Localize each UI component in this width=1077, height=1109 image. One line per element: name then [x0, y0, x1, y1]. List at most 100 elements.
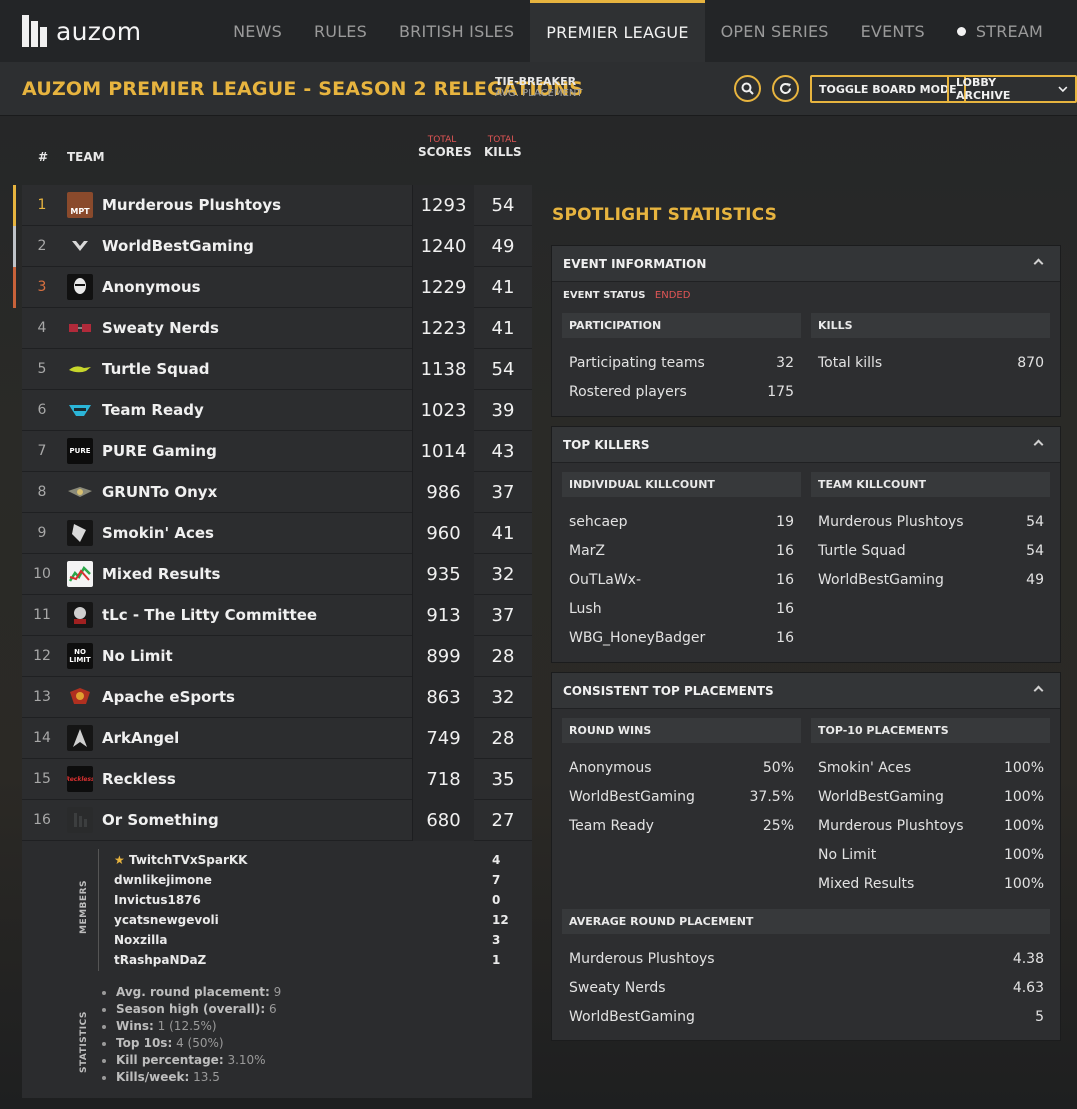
nav-item-events[interactable]: EVENTS [845, 0, 941, 62]
row-rank: 8 [37, 484, 47, 500]
refresh-button[interactable] [772, 75, 799, 102]
nav-item-stream[interactable]: STREAM [941, 0, 1059, 62]
card-header[interactable]: EVENT INFORMATION [552, 246, 1060, 282]
team-name[interactable]: Turtle Squad [102, 349, 209, 390]
team-name[interactable]: Reckless [102, 759, 176, 800]
table-row[interactable]: 12 NO LIMIT No Limit 899 28 [22, 636, 532, 677]
table-row[interactable]: 13 Apache eSports 863 32 [22, 677, 532, 718]
refresh-icon [780, 83, 792, 95]
nav-item-news[interactable]: NEWS [217, 0, 298, 62]
team-name[interactable]: Murderous Plushtoys [102, 185, 281, 226]
stat-label: Wins: [116, 1019, 154, 1033]
team-name[interactable]: Team Ready [102, 390, 204, 431]
team-name[interactable]: No Limit [102, 636, 173, 677]
member-name[interactable]: Noxzilla [114, 933, 167, 947]
nav-item-british-isles[interactable]: BRITISH ISLES [383, 0, 530, 62]
team-name[interactable]: WorldBestGaming [569, 789, 695, 805]
table-row[interactable]: 10 Mixed Results 935 32 [22, 554, 532, 595]
event-status: EVENT STATUS ENDED [563, 290, 690, 301]
search-button[interactable] [734, 75, 761, 102]
member-name[interactable]: tRashpaNDaZ [114, 953, 206, 967]
player-name[interactable]: OuTLaWx- [569, 572, 641, 588]
team-name[interactable]: WorldBestGaming [818, 572, 944, 588]
brand-logo[interactable]: auzom [22, 15, 141, 47]
team-name[interactable]: No Limit [818, 847, 876, 863]
col-kills-header[interactable]: TOTAL KILLS [484, 135, 522, 159]
team-name[interactable]: Sweaty Nerds [569, 980, 666, 996]
player-name[interactable]: MarZ [569, 543, 605, 559]
team-name[interactable]: Apache eSports [102, 677, 235, 718]
player-kills: 16 [776, 543, 794, 559]
nav-item-premier-league[interactable]: PREMIER LEAGUE [530, 0, 705, 62]
team-name[interactable]: Murderous Plushtoys [818, 514, 964, 530]
member-name[interactable]: dwnlikejimone [114, 873, 212, 887]
player-name[interactable]: WBG_HoneyBadger [569, 630, 705, 646]
row-rank: 15 [33, 771, 51, 787]
member-name[interactable]: ycatsnewgevoli [114, 913, 219, 927]
col-scores-header[interactable]: TOTAL SCORES [418, 135, 472, 159]
team-name[interactable]: PURE Gaming [102, 431, 217, 472]
member-name[interactable]: ★ TwitchTVxSparKK [114, 853, 247, 867]
team-name[interactable]: Smokin' Aces [102, 513, 214, 554]
team-logo-icon [67, 274, 93, 300]
table-row[interactable]: 11 tLc - The Litty Committee 913 37 [22, 595, 532, 636]
lobby-archive-dropdown[interactable]: LOBBY ARCHIVE [947, 75, 1077, 103]
table-row[interactable]: 1 MPT Murderous Plushtoys 1293 54 [13, 185, 532, 226]
table-row[interactable]: 2 WorldBestGaming 1240 49 [13, 226, 532, 267]
team-kills: 27 [491, 810, 515, 831]
team-name[interactable]: WorldBestGaming [569, 1009, 695, 1025]
nav-item-open-series[interactable]: OPEN SERIES [705, 0, 845, 62]
table-row[interactable]: 7 PURE PURE Gaming 1014 43 [22, 431, 532, 472]
table-row[interactable]: 9 Smokin' Aces 960 41 [22, 513, 532, 554]
team-name[interactable]: Turtle Squad [818, 543, 906, 559]
team-name[interactable]: GRUNTo Onyx [102, 472, 217, 513]
table-row[interactable]: 5 Turtle Squad 1138 54 [22, 349, 532, 390]
stat-label: Avg. round placement: [116, 985, 270, 999]
chevron-up-icon[interactable] [1033, 439, 1044, 450]
table-row[interactable]: 3 Anonymous 1229 41 [13, 267, 532, 308]
player-name[interactable]: Lush [569, 601, 602, 617]
card-header[interactable]: CONSISTENT TOP PLACEMENTS [552, 673, 1060, 709]
chevron-up-icon[interactable] [1033, 685, 1044, 696]
team-name[interactable]: WorldBestGaming [818, 789, 944, 805]
team-name[interactable]: Murderous Plushtoys [569, 951, 715, 967]
stat-value: 1 (12.5%) [157, 1019, 217, 1033]
team-score: 749 [412, 718, 474, 759]
table-row[interactable]: 6 Team Ready 1023 39 [22, 390, 532, 431]
top-navigation: auzom NEWS RULES BRITISH ISLES PREMIER L… [0, 0, 1077, 62]
team-name[interactable]: Anonymous [102, 267, 201, 308]
team-score: 1014 [412, 431, 474, 472]
nav-item-rules[interactable]: RULES [298, 0, 383, 62]
team-name[interactable]: Smokin' Aces [818, 760, 911, 776]
toggle-board-mode-button[interactable]: TOGGLE BOARD MODE [810, 75, 966, 103]
table-row[interactable]: 15 Reckless Reckless 718 35 [22, 759, 532, 800]
event-information-card: EVENT INFORMATION EVENT STATUS ENDED PAR… [551, 245, 1061, 417]
team-logo-icon [67, 602, 93, 628]
team-name[interactable]: Sweaty Nerds [102, 308, 219, 349]
team-name[interactable]: Or Something [102, 800, 219, 841]
team-name[interactable]: Anonymous [569, 760, 652, 776]
team-score: 1240 [412, 226, 474, 267]
member-kills: 7 [492, 873, 501, 887]
player-name[interactable]: sehcaep [569, 514, 628, 530]
round-win-pct: 25% [762, 818, 794, 834]
stat-value: 3.10% [227, 1053, 266, 1067]
team-name[interactable]: Team Ready [569, 818, 654, 834]
team-name[interactable]: WorldBestGaming [102, 226, 254, 267]
col-rank-header: # [38, 150, 49, 164]
team-name[interactable]: ArkAngel [102, 718, 179, 759]
chevron-up-icon[interactable] [1033, 258, 1044, 269]
event-status-value: ENDED [654, 290, 691, 301]
team-name[interactable]: Murderous Plushtoys [818, 818, 964, 834]
team-name[interactable]: tLc - The Litty Committee [102, 595, 317, 636]
team-name[interactable]: Mixed Results [102, 554, 220, 595]
row-rank: 13 [33, 689, 51, 705]
card-header[interactable]: TOP KILLERS [552, 427, 1060, 463]
team-name[interactable]: Mixed Results [818, 876, 914, 892]
table-row[interactable]: 14 ArkAngel 749 28 [22, 718, 532, 759]
participation-header: PARTICIPATION [562, 313, 801, 338]
table-row[interactable]: 4 Sweaty Nerds 1223 41 [22, 308, 532, 349]
member-name[interactable]: Invictus1876 [114, 893, 201, 907]
table-row[interactable]: 16 Or Something 680 27 [22, 800, 532, 841]
table-row[interactable]: 8 GRUNTo Onyx 986 37 [22, 472, 532, 513]
